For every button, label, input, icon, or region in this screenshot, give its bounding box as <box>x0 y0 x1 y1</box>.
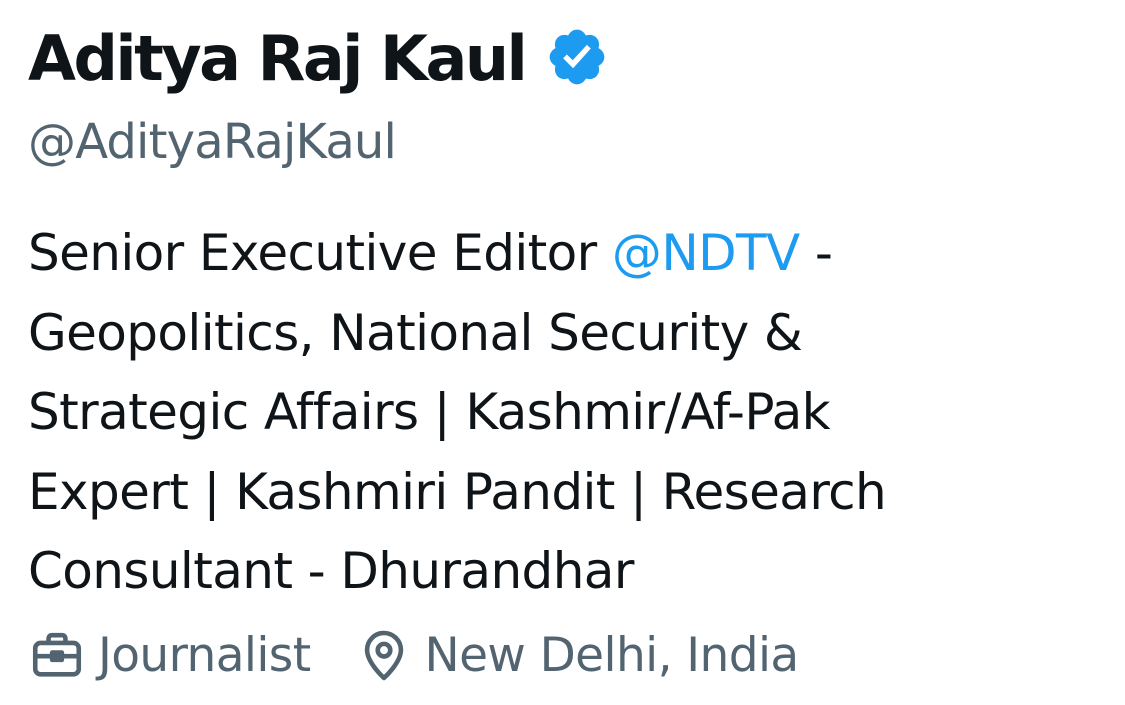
profile-category: Journalist <box>28 626 311 684</box>
display-name: Aditya Raj Kaul <box>28 22 528 95</box>
profile-category-label: Journalist <box>98 627 311 683</box>
bio-text: Senior Executive Editor <box>28 224 612 282</box>
briefcase-icon <box>28 626 86 684</box>
profile-meta-row: Journalist New Delhi, India <box>28 620 799 690</box>
user-handle: @AdityaRajKaul <box>28 114 397 170</box>
bio-text: - <box>799 224 833 282</box>
location-pin-icon <box>355 626 413 684</box>
bio-line-4: Expert | Kashmiri Pandit | Research <box>28 462 887 521</box>
bio-line-5: Consultant - Dhurandhar <box>28 542 634 600</box>
bio: Senior Executive Editor @NDTV - Geopolit… <box>28 214 1068 612</box>
name-row: Aditya Raj Kaul <box>28 14 609 104</box>
bio-line-1: Senior Executive Editor @NDTV - <box>28 214 1068 294</box>
verified-badge-icon[interactable] <box>545 25 609 89</box>
bio-line-2: Geopolitics, National Security & <box>28 303 803 362</box>
profile-location: New Delhi, India <box>355 626 799 684</box>
mention-link-ndtv[interactable]: @NDTV <box>612 224 800 282</box>
bio-line-3: Strategic Affairs | Kashmir/Af-Pak <box>28 383 831 441</box>
profile-location-label: New Delhi, India <box>424 627 800 683</box>
